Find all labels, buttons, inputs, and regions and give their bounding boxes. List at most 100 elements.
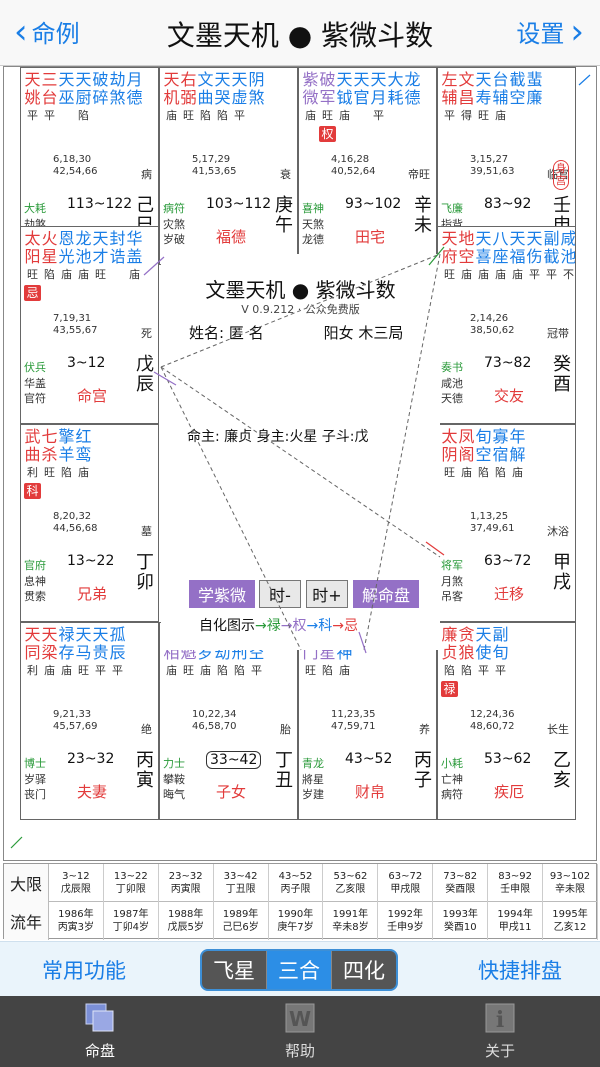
star-char: 存 <box>58 643 75 662</box>
star-char: 池 <box>75 247 92 266</box>
tab-about[interactable]: i 关于 <box>450 1002 550 1061</box>
star-brightness: 庙 <box>512 466 523 479</box>
palace-you[interactable]: 天府旺地空庙天喜庙八座庙天福庙天伤平副截平咸池不 2,14,26 38,50,62 冠… <box>437 226 576 424</box>
hour-plus-button[interactable]: 时+ <box>306 580 348 608</box>
liunian-cell[interactable]: 1994年 甲戌11 <box>488 902 544 940</box>
star-char: 天 <box>475 625 492 644</box>
navigation-bar: ‹ 命例 文墨天机 ● 紫微斗数 设置 › <box>0 0 600 66</box>
star-char: 天 <box>526 229 543 248</box>
daxian-range: 93~102 <box>549 871 591 882</box>
liunian-cell[interactable]: 1991年 辛未8岁 <box>323 902 379 940</box>
star-char: 副 <box>492 625 509 644</box>
god-name: 华盖 <box>24 377 46 390</box>
daxian-cell[interactable]: 83~92 壬申限 <box>488 864 544 902</box>
star-char: 辅 <box>441 88 458 107</box>
liunian-cell[interactable]: 1989年 己巳6岁 <box>214 902 269 940</box>
liunian-cell[interactable]: 1986年 丙寅3岁 <box>49 902 104 940</box>
sihua-badge: 权 <box>319 126 336 142</box>
read-chart-button[interactable]: 解命盘 <box>353 580 419 608</box>
palace-mao[interactable]: 武曲利科 七杀旺 擎羊陷 红鸾庙 8,20,32 44,56,68 墓官府 息神 贯索 13~22… <box>20 424 159 622</box>
star-brightness: 旺 <box>478 109 489 122</box>
palace-hai[interactable]: 廉贞陷禄 贪狼陷 天使平 副旬平 12,24,36 48,60,72 长生 小耗 亡神 病符 53~… <box>437 622 576 820</box>
star-brightness: 陷 <box>478 466 489 479</box>
ganzhi: 甲戌 <box>553 553 571 593</box>
daxian-cell[interactable]: 93~102 辛未限 <box>543 864 598 902</box>
info-icon: i <box>484 1002 516 1034</box>
star-char: 杀 <box>41 445 58 464</box>
daxian-cell[interactable]: 23~32 丙寅限 <box>159 864 214 902</box>
star-brightness: 庙 <box>78 268 89 281</box>
god-name: 官府 <box>24 559 46 572</box>
tab-help[interactable]: W 帮助 <box>250 1002 350 1061</box>
tab-chart[interactable]: 命盘 <box>50 1002 150 1061</box>
star-char: 天 <box>214 70 231 89</box>
star-char: 红 <box>75 427 92 446</box>
daxian-cell[interactable]: 73~82 癸酉限 <box>433 864 489 902</box>
daxian-cell[interactable]: 43~52 丙子限 <box>269 864 324 902</box>
star-brightness: 陷 <box>495 466 506 479</box>
star-char: 咸 <box>560 229 576 248</box>
daxian-row: 大限 3~12 戊辰限 13~22 丁卯限 23~32 丙寅限 33~42 丁丑限 43~52 丙… <box>4 864 598 902</box>
liunian-cell[interactable]: 1992年 壬申9岁 <box>378 902 434 940</box>
settings-button[interactable]: 设置 › <box>516 14 584 49</box>
hour-minus-button[interactable]: 时- <box>259 580 301 608</box>
palace-yin[interactable]: 天同利 天梁庙 禄存庙 天马旺 天贵平 孤辰平 9,21,33 45,57,69 绝博士 岁驿 丧门… <box>20 622 159 820</box>
age-numbers: 8,20,32 44,56,68 <box>53 511 98 534</box>
god-name: 伏兵 <box>24 361 46 374</box>
palace-chen[interactable]: 太阳旺忌火星陷恩光庙龙池庙天才旺封诰华盖庙 7,19,31 43,55,67 死伏兵华… <box>20 226 159 424</box>
star-brightness: 平 <box>444 109 455 122</box>
palace-name: 夫妻 <box>77 783 108 801</box>
star-char: 德 <box>404 88 421 107</box>
liunian-cell[interactable]: 1987年 丁卯4岁 <box>104 902 159 940</box>
ganzhi-char: 丁 <box>275 750 293 771</box>
sihua-segment[interactable]: 四化 <box>332 951 396 989</box>
liunian-cell[interactable]: 1993年 癸酉10 <box>433 902 489 940</box>
star-char: 微 <box>302 88 319 107</box>
star-char: 天 <box>475 229 492 248</box>
chart-icon <box>84 1002 116 1034</box>
quick-chart-button[interactable]: 快捷排盘 <box>450 952 590 988</box>
liunian-age: 丙寅3岁 <box>57 922 95 933</box>
daxian-cell[interactable]: 33~42 丁丑限 <box>214 864 269 902</box>
star-char: 福 <box>509 247 526 266</box>
star-char: 左 <box>441 70 458 89</box>
palace-chou[interactable]: 天相庙天魁旺陀罗庙地劫陷天刑陷天空平10,22,3446,58,70胎力士攀鞍晦… <box>159 622 298 820</box>
daxian-cell[interactable]: 3~12 戊辰限 <box>49 864 104 902</box>
palace-xu[interactable]: 太阴旺 凤阁庙 旬空陷 寡宿陷 年解庙 1,13,25 37,49,61 沐浴 将军 月煞 吊客 63… <box>437 424 576 622</box>
ganzhi: 丙子 <box>414 751 432 791</box>
daxian-gz: 乙亥限 <box>335 884 366 895</box>
liunian-cell[interactable]: 1990年 庚午7岁 <box>269 902 324 940</box>
feixing-segment[interactable]: 飞星 <box>202 951 267 989</box>
sanhe-segment[interactable]: 三合 <box>267 951 332 989</box>
god-name: 岁破 <box>163 233 185 246</box>
flow-label: 自化图示 <box>199 618 255 634</box>
common-functions-button[interactable]: 常用功能 <box>14 952 154 988</box>
god-name: 奏书 <box>441 361 463 374</box>
star-char: 阁 <box>458 445 475 464</box>
god-name: 灾煞 <box>163 218 185 231</box>
star-char: 座 <box>492 247 509 266</box>
palace-zi[interactable]: 巨门旺铃星陷解神庙11,23,3547,59,71养青龙將星岁建43~52财帛丙… <box>298 622 437 820</box>
ganzhi-char: 卯 <box>136 572 154 593</box>
daxian-cell[interactable]: 53~62 乙亥限 <box>323 864 379 902</box>
star-char: 龙 <box>75 229 92 248</box>
age-numbers: 5,17,29 41,53,65 <box>192 154 237 177</box>
palace-wu[interactable]: 天机庙 右弼旺 文曲陷 天哭陷 天虚平 阴煞 5,17,29 41,53,65 衰病符 灾煞 岁破 1… <box>159 67 298 265</box>
star-char: 空 <box>458 247 475 266</box>
learn-button[interactable]: 学紫微 <box>189 580 255 608</box>
sihua-badge: 禄 <box>441 681 458 697</box>
star-char: 官 <box>353 88 370 107</box>
star-char: 耗 <box>387 88 404 107</box>
star-char: 天 <box>92 229 109 248</box>
ganzhi-char: 丙 <box>414 750 432 771</box>
liunian-cell[interactable]: 1995年 乙亥12 <box>543 902 598 940</box>
daxian-cell[interactable]: 63~72 甲戌限 <box>378 864 434 902</box>
daxian-cell[interactable]: 13~22 丁卯限 <box>104 864 159 902</box>
palace-range: 3~12 <box>67 355 106 371</box>
ganzhi-char: 癸 <box>553 354 571 375</box>
daxian-range: 13~22 <box>113 871 148 882</box>
ganzhi-char: 辰 <box>136 374 154 395</box>
liunian-year: 1989年 <box>222 909 259 920</box>
palace-wei[interactable]: 紫微庙 破军旺权 天钺庙 天官天月平 大耗龙德 4,16,28 40,52,64 帝旺 喜神 天煞… <box>298 67 437 265</box>
liunian-cell[interactable]: 1988年 戊辰5岁 <box>159 902 214 940</box>
